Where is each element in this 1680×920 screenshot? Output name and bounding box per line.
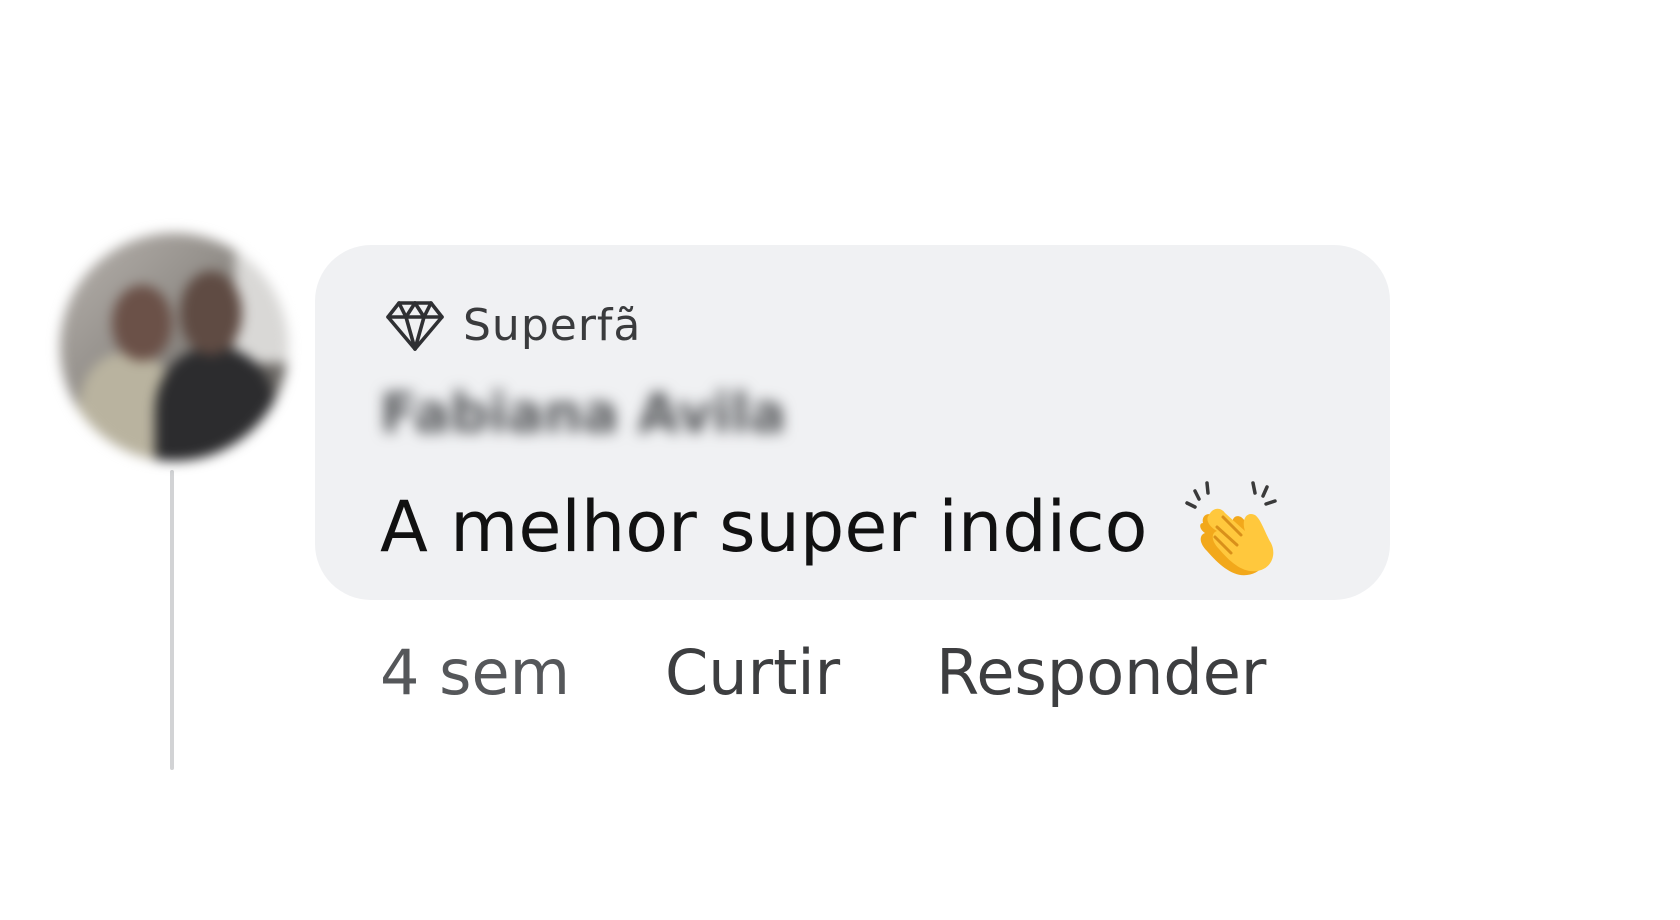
clapping-hands-icon (1173, 477, 1283, 577)
avatar[interactable] (60, 233, 288, 461)
badge-label: Superfã (463, 299, 642, 351)
comment-body: A melhor super indico (380, 486, 1148, 568)
comment-text: A melhor super indico (380, 477, 1283, 577)
reply-button[interactable]: Responder (936, 636, 1266, 709)
superfan-badge: Superfã (385, 295, 641, 355)
comment-actions: 4 sem Curtir Responder (380, 632, 1266, 712)
like-button[interactable]: Curtir (665, 636, 840, 709)
thread-line (170, 470, 174, 770)
author-name[interactable]: Fabiana Avila (380, 382, 786, 445)
comment-thread: Superfã Fabiana Avila A melhor super ind… (0, 0, 1680, 920)
diamond-icon (385, 297, 445, 353)
timestamp: 4 sem (380, 635, 570, 709)
